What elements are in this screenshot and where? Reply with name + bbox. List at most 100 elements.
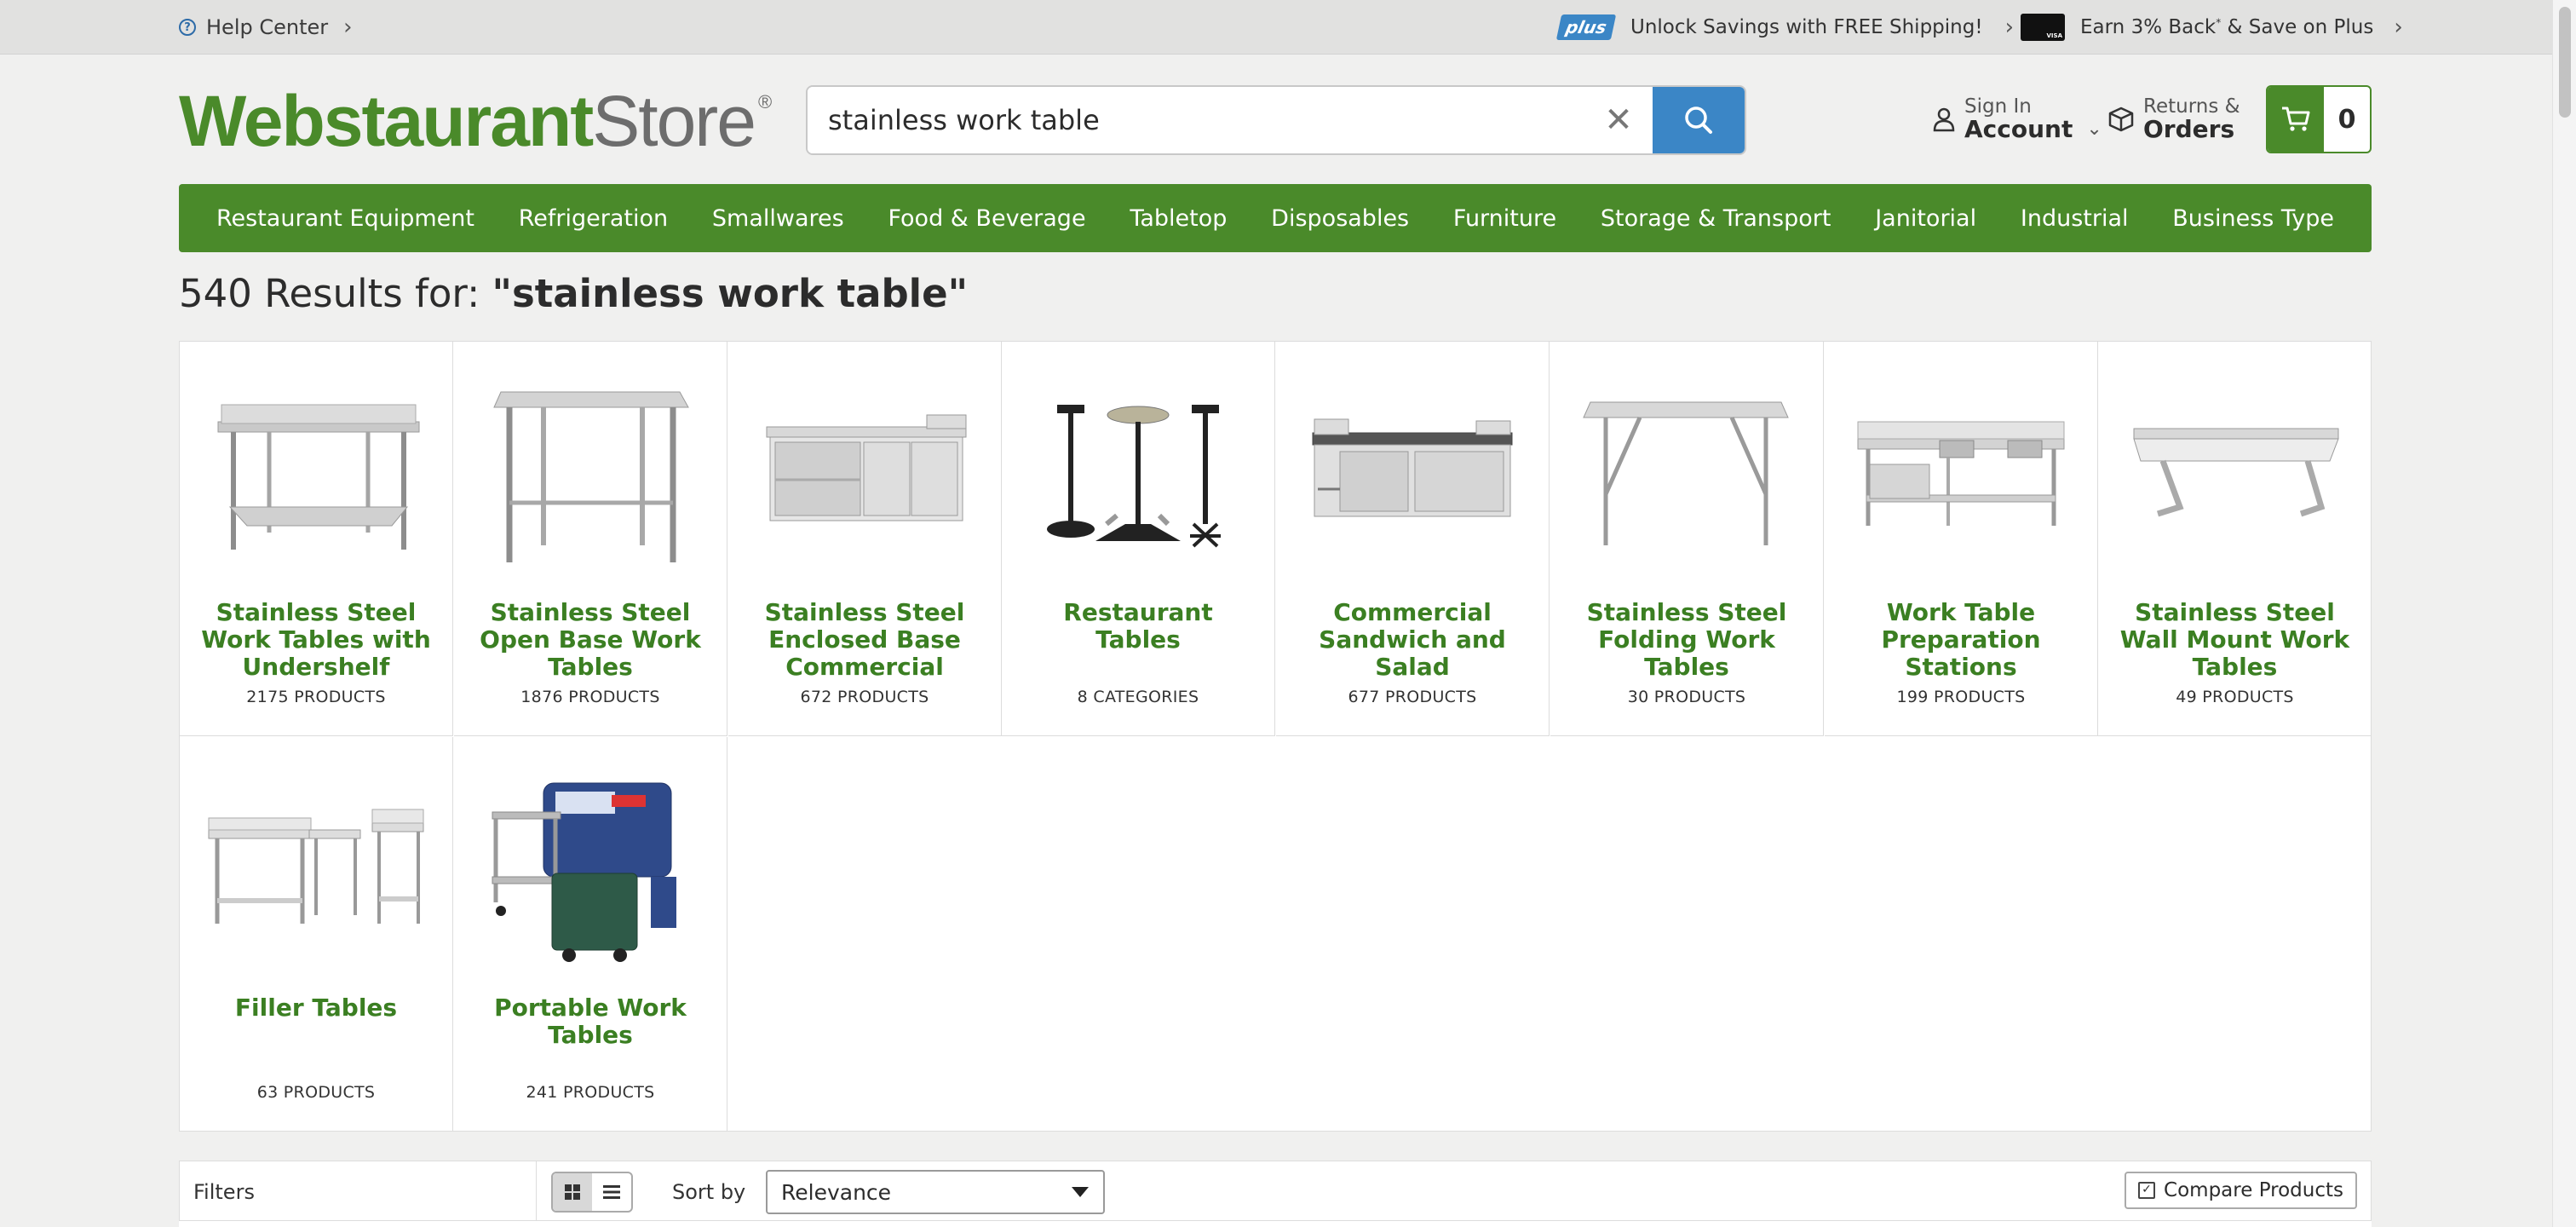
category-tile[interactable]: Commercial Sandwich and Salad Preparatio… [1276, 342, 1550, 736]
logo-text-webstaurant: Webstaurant [179, 81, 594, 161]
category-image[interactable] [480, 766, 701, 971]
sign-in-label: Sign In [1964, 95, 2032, 118]
help-icon: ? [179, 19, 196, 36]
help-center-label: Help Center [206, 15, 329, 39]
category-image[interactable] [1027, 371, 1249, 575]
credit-card-promo[interactable]: Earn 3% Back* & Save on Plus › [2021, 10, 2403, 44]
compare-products-button[interactable]: ✓ Compare Products [2125, 1172, 2357, 1209]
cart-count: 0 [2337, 104, 2356, 135]
nav-item-business-type[interactable]: Business Type [2172, 205, 2334, 232]
category-tile[interactable]: Stainless Steel Folding Work Tables 30 PR… [1550, 342, 1824, 736]
box-icon [2108, 107, 2134, 132]
nav-item-restaurant-equipment[interactable]: Restaurant Equipment [216, 205, 474, 232]
nav-item-refrigeration[interactable]: Refrigeration [519, 205, 668, 232]
plus-shipping-promo[interactable]: plus Unlock Savings with FREE Shipping! … [1555, 10, 2014, 44]
category-nav: Restaurant Equipment Refrigeration Smallwa… [179, 184, 2372, 252]
category-count: 63 PRODUCTS [256, 1083, 376, 1102]
results-query: "stainless work table" [492, 271, 969, 316]
chevron-down-icon: ⌄ [2086, 118, 2102, 140]
category-count: 8 CATEGORIES [1077, 688, 1199, 706]
scrollbar-thumb[interactable] [2559, 7, 2571, 118]
category-image[interactable] [2125, 371, 2346, 575]
checkbox-icon: ✓ [2138, 1182, 2156, 1199]
category-count: 672 PRODUCTS [800, 688, 929, 706]
help-center-link[interactable]: ? Help Center › [179, 12, 353, 43]
returns-orders-link[interactable]: Returns & Orders [2107, 92, 2240, 147]
category-tile[interactable]: Work Table Preparation Stations 199 PRODU… [1825, 342, 2098, 736]
results-heading: 540 Results for: "stainless work table" [179, 271, 968, 316]
category-name[interactable]: Restaurant Tables [1023, 599, 1253, 681]
nav-item-janitorial[interactable]: Janitorial [1875, 205, 1976, 232]
site-logo[interactable]: Webstaurant Store ® [179, 80, 772, 161]
search-button[interactable] [1653, 87, 1745, 153]
credit-card-icon [2021, 14, 2065, 41]
sort-select-value: Relevance [781, 1179, 892, 1205]
nav-item-industrial[interactable]: Industrial [2021, 205, 2129, 232]
category-count: 677 PRODUCTS [1348, 688, 1477, 706]
page-scrollbar[interactable] [2552, 0, 2576, 1227]
caret-down-icon [1072, 1187, 1089, 1197]
category-grid: Stainless Steel Work Tables with Undersh… [179, 341, 2372, 1132]
category-image[interactable] [480, 371, 701, 575]
nav-item-smallwares[interactable]: Smallwares [712, 205, 844, 232]
category-name[interactable]: Stainless Steel Enclosed Base Commercial… [750, 599, 980, 681]
category-count: 30 PRODUCTS [1627, 688, 1746, 706]
category-name[interactable]: Stainless Steel Work Tables with Undersh… [201, 599, 431, 681]
compare-products-label: Compare Products [2164, 1179, 2343, 1201]
category-count: 1876 PRODUCTS [520, 688, 660, 706]
category-name[interactable]: Work Table Preparation Stations [1846, 599, 2076, 681]
user-icon [1933, 107, 1955, 132]
logo-registered-mark: ® [757, 91, 772, 112]
category-name[interactable]: Stainless Steel Wall Mount Work Tables [2120, 599, 2350, 681]
category-tile[interactable]: Filler Tables 63 PRODUCTS [180, 737, 453, 1132]
nav-item-food-beverage[interactable]: Food & Beverage [888, 205, 1085, 232]
category-tile[interactable]: Restaurant Tables 8 CATEGORIES [1002, 342, 1275, 736]
category-tile[interactable]: Stainless Steel Wall Mount Work Tables 49… [2098, 342, 2372, 736]
category-image[interactable] [205, 371, 427, 575]
cart-icon [2282, 107, 2310, 131]
product-list-top [179, 1220, 2372, 1227]
orders-label: Orders [2143, 115, 2235, 144]
category-name[interactable]: Portable Work Tables [475, 994, 705, 1076]
results-toolbar: Filters Sort by Relevance ✓ Compare Prod… [179, 1161, 2372, 1227]
category-name[interactable]: Filler Tables [201, 994, 431, 1076]
plus-shipping-text: Unlock Savings with FREE Shipping! [1630, 16, 1983, 38]
grid-view-button[interactable] [553, 1173, 592, 1211]
category-image[interactable] [1576, 371, 1797, 575]
close-icon: ✕ [1604, 101, 1633, 140]
nav-item-disposables[interactable]: Disposables [1271, 205, 1409, 232]
category-image[interactable] [1850, 371, 2072, 575]
nav-item-storage-transport[interactable]: Storage & Transport [1601, 205, 1831, 232]
sort-select[interactable]: Relevance [766, 1170, 1105, 1214]
cart-button[interactable]: 0 [2266, 85, 2372, 153]
category-image[interactable] [205, 766, 427, 971]
chevron-right-icon: › [2394, 14, 2403, 40]
category-name[interactable]: Commercial Sandwich and Salad Preparatio… [1297, 599, 1527, 681]
plus-badge: plus [1555, 14, 1617, 40]
search-bar: ✕ [806, 85, 1746, 155]
category-image[interactable] [754, 371, 975, 575]
nav-item-furniture[interactable]: Furniture [1453, 205, 1556, 232]
category-tile[interactable]: Stainless Steel Open Base Work Tables 187… [454, 342, 727, 736]
list-icon [603, 1185, 620, 1199]
category-name[interactable]: Stainless Steel Open Base Work Tables [475, 599, 705, 681]
view-toggle [551, 1172, 633, 1213]
category-count: 241 PRODUCTS [526, 1083, 655, 1102]
logo-text-store: Store [592, 81, 756, 161]
search-input[interactable] [808, 87, 1584, 153]
category-tile[interactable]: Stainless Steel Work Tables with Undersh… [180, 342, 453, 736]
chevron-right-icon: › [2004, 14, 2014, 40]
category-image[interactable] [1302, 371, 1523, 575]
grid-icon [565, 1184, 580, 1200]
nav-item-tabletop[interactable]: Tabletop [1130, 205, 1227, 232]
category-count: 199 PRODUCTS [1896, 688, 2026, 706]
account-menu[interactable]: Sign In Account ⌄ [1932, 92, 2102, 147]
account-label: Account [1964, 115, 2073, 144]
list-view-button[interactable] [592, 1173, 631, 1211]
category-name[interactable]: Stainless Steel Folding Work Tables [1572, 599, 1802, 681]
results-count: 540 Results for: [179, 271, 492, 316]
returns-label: Returns & [2143, 95, 2240, 118]
category-tile[interactable]: Stainless Steel Enclosed Base Commercial… [728, 342, 1002, 736]
category-tile[interactable]: Portable Work Tables 241 PRODUCTS [454, 737, 727, 1132]
clear-search-button[interactable]: ✕ [1584, 87, 1653, 153]
